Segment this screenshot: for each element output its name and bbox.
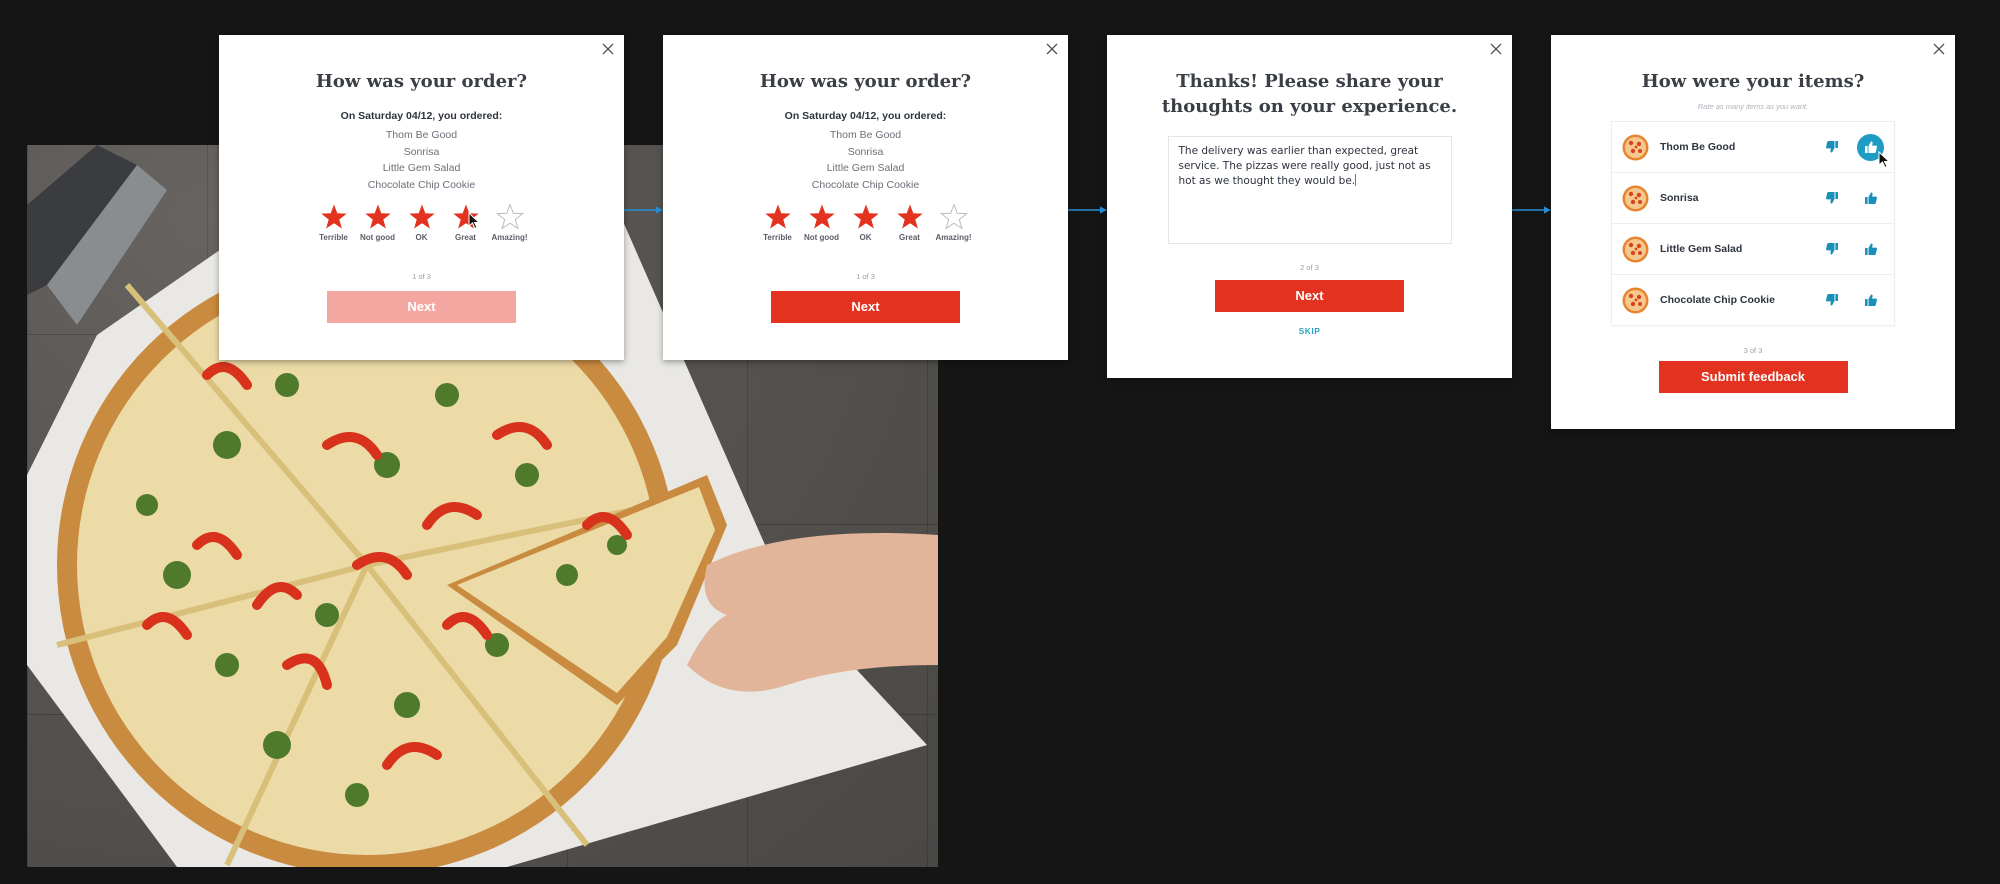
star-outline-icon — [939, 203, 968, 230]
order-subhead: On Saturday 04/12, you ordered: — [784, 110, 947, 122]
star-filled-icon — [852, 204, 879, 229]
star-1[interactable]: Terrible — [758, 203, 798, 242]
star-label: Terrible — [319, 233, 348, 242]
modal-title: How was your order? — [759, 71, 972, 92]
order-subhead: On Saturday 04/12, you ordered: — [340, 110, 503, 122]
skip-link[interactable]: SKIP — [1107, 326, 1512, 336]
star-label: Terrible — [763, 233, 792, 242]
order-item: Chocolate Chip Cookie — [811, 178, 920, 191]
thumbs-down-button[interactable] — [1818, 236, 1845, 263]
thumbs-down-icon — [1825, 243, 1838, 255]
star-outline-icon — [495, 203, 524, 230]
next-button[interactable]: Next — [1215, 280, 1404, 312]
order-item: Little Gem Salad — [382, 162, 461, 174]
star-rating: Terrible Not good OK Great Amazing! — [663, 203, 1068, 242]
star-label: Amazing! — [491, 233, 528, 242]
pizza-icon — [1622, 185, 1649, 211]
text-caret — [1355, 174, 1357, 186]
step-indicator: 2 of 3 — [1300, 263, 1319, 272]
order-items-list: Thom Be Good Sonrisa Little Gem Salad Ch… — [663, 127, 1068, 193]
close-icon[interactable] — [1931, 41, 1947, 57]
next-button[interactable]: Next — [771, 291, 960, 323]
star-label: Amazing! — [935, 233, 972, 242]
star-filled-icon — [896, 204, 923, 229]
step-indicator: 3 of 3 — [1743, 346, 1763, 355]
thumbs-down-button[interactable] — [1818, 134, 1845, 161]
star-3[interactable]: OK — [846, 203, 886, 242]
thumbs-up-button[interactable] — [1857, 236, 1884, 263]
thumbs-up-button[interactable] — [1857, 287, 1884, 314]
comment-modal-step3: Thanks! Please share your thoughts on yo… — [1107, 35, 1512, 378]
star-filled-icon — [808, 204, 835, 229]
star-label: OK — [859, 233, 872, 242]
pizza-icon — [1622, 134, 1649, 160]
item-name: Chocolate Chip Cookie — [1660, 294, 1775, 306]
star-filled-icon — [764, 204, 791, 229]
star-filled-icon — [408, 204, 435, 229]
star-rating: Terrible Not good OK Great Amazing! — [219, 203, 624, 242]
order-item: Little Gem Salad — [826, 162, 905, 174]
star-filled-icon — [320, 204, 347, 229]
thumbs-up-icon — [1864, 192, 1877, 204]
order-item: Sonrisa — [403, 145, 440, 158]
thumbs-down-icon — [1825, 294, 1838, 306]
step-indicator: 1 of 3 — [856, 272, 875, 281]
item-name: Thom Be Good — [1660, 141, 1736, 153]
thumbs-up-button[interactable] — [1857, 185, 1884, 212]
thumbs-down-button[interactable] — [1818, 287, 1845, 314]
order-items-list: Thom Be Good Sonrisa Little Gem Salad Ch… — [219, 127, 624, 193]
star-label: Not good — [359, 233, 396, 242]
star-1[interactable]: Terrible — [314, 203, 354, 242]
close-icon[interactable] — [600, 41, 616, 57]
star-3[interactable]: OK — [402, 203, 442, 242]
item-rating-list: Thom Be Good Sonrisa Little Gem Salad Choco… — [1611, 121, 1895, 326]
list-item: Thom Be Good — [1612, 122, 1894, 173]
star-4[interactable]: Great — [890, 203, 930, 242]
close-icon[interactable] — [1044, 41, 1060, 57]
thumbs-up-icon — [1864, 294, 1877, 306]
order-item: Thom Be Good — [385, 129, 458, 141]
star-2[interactable]: Not good — [358, 203, 398, 242]
modal-title: How were your items? — [1641, 71, 1865, 92]
order-item: Thom Be Good — [829, 129, 902, 141]
star-5[interactable]: Amazing! — [490, 203, 530, 242]
rating-modal-step1: How was your order? On Saturday 04/12, y… — [219, 35, 624, 360]
rating-modal-step2: How was your order? On Saturday 04/12, y… — [663, 35, 1068, 360]
thumbs-down-icon — [1825, 141, 1838, 153]
star-label: Not good — [803, 233, 840, 242]
modal-title-line2: thoughts on your experience. — [1161, 96, 1458, 117]
comment-text: The delivery was earlier than expected, … — [1178, 145, 1431, 187]
star-label: Great — [899, 233, 920, 242]
star-label: OK — [415, 233, 428, 242]
order-item: Sonrisa — [847, 145, 884, 158]
order-item: Chocolate Chip Cookie — [367, 178, 476, 191]
mouse-cursor-icon — [468, 212, 481, 230]
item-name: Sonrisa — [1660, 192, 1699, 204]
comment-textarea[interactable]: The delivery was earlier than expected, … — [1167, 136, 1452, 244]
star-2[interactable]: Not good — [802, 203, 842, 242]
next-button[interactable]: Next — [327, 291, 516, 323]
modal-title: Thanks! Please share your thoughts on yo… — [1107, 69, 1512, 119]
star-5[interactable]: Amazing! — [934, 203, 974, 242]
thumbs-down-icon — [1825, 192, 1838, 204]
item-rating-modal-step4: How were your items? Rate as many items … — [1551, 35, 1955, 429]
close-icon[interactable] — [1488, 41, 1504, 57]
list-item: Sonrisa — [1612, 173, 1894, 224]
thumbs-up-icon — [1864, 141, 1877, 153]
pizza-icon — [1622, 236, 1649, 262]
rating-hint: Rate as many items as you want. — [1697, 102, 1809, 111]
modal-title: How was your order? — [315, 71, 528, 92]
star-filled-icon — [364, 204, 391, 229]
item-name: Little Gem Salad — [1660, 243, 1743, 255]
modal-title-line1: Thanks! Please share your — [1176, 71, 1443, 92]
thumbs-down-button[interactable] — [1818, 185, 1845, 212]
star-label: Great — [455, 233, 476, 242]
thumbs-up-icon — [1864, 243, 1877, 255]
pizza-icon — [1622, 287, 1649, 313]
step-indicator: 1 of 3 — [412, 272, 431, 281]
mouse-cursor-icon — [1878, 151, 1891, 169]
list-item: Little Gem Salad — [1612, 224, 1894, 275]
submit-feedback-button[interactable]: Submit feedback — [1658, 361, 1848, 393]
list-item: Chocolate Chip Cookie — [1612, 275, 1894, 325]
